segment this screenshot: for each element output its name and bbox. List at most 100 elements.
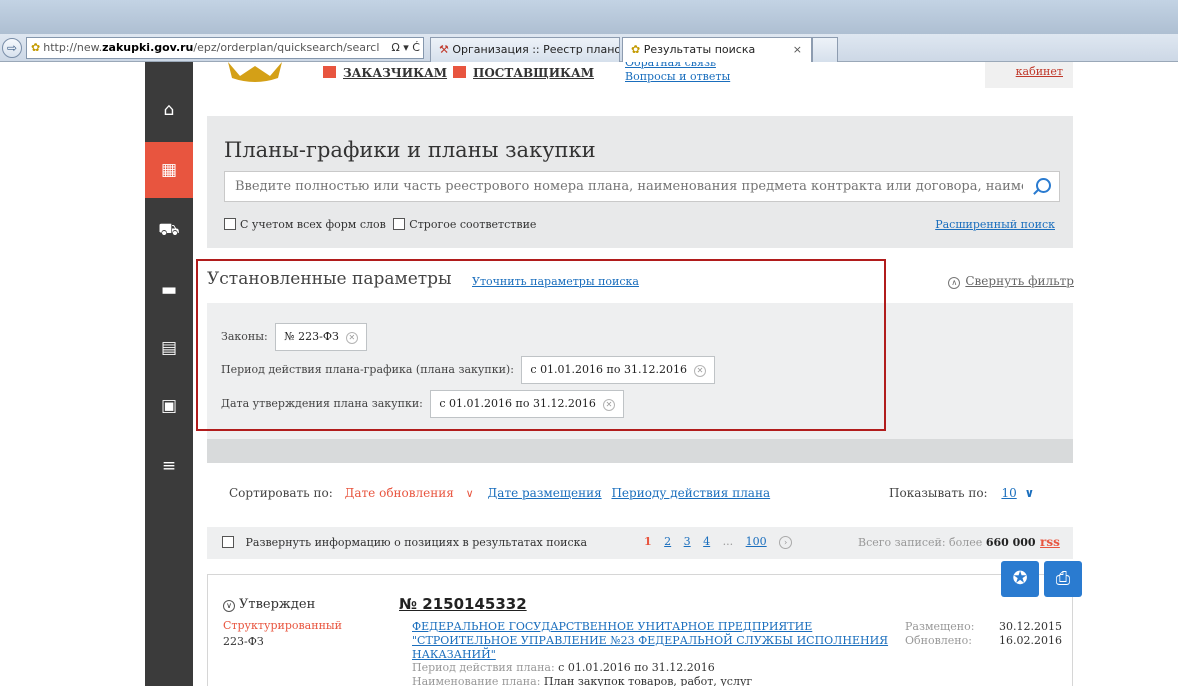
site-icon: ✿ <box>31 41 41 54</box>
params-footer <box>207 439 1073 463</box>
collapse-filter-label: Свернуть фильтр <box>965 274 1074 288</box>
award-icon[interactable]: ✪ <box>1001 561 1039 597</box>
show-by-value[interactable]: 10 <box>1001 486 1016 500</box>
advanced-search-link[interactable]: Расширенный поиск <box>935 218 1055 231</box>
address-prefix: http://new. <box>43 41 103 54</box>
sidebar: ⌂ ▦ ⛟ ▬ ▤ ▣ ≡ <box>145 62 193 686</box>
sort-active-option[interactable]: Дате обновления <box>345 486 454 500</box>
tab-close-icon[interactable]: × <box>793 43 802 56</box>
page-current[interactable]: 1 <box>644 535 652 548</box>
result-org-link[interactable]: ФЕДЕРАЛЬНОЕ ГОСУДАРСТВЕННОЕ УНИТАРНОЕ ПР… <box>412 620 894 662</box>
result-status-label: Утвержден <box>239 597 316 612</box>
total-records: Всего записей: более 660 000 <box>858 536 1036 549</box>
support-links: Обратная связь Вопросы и ответы <box>625 62 730 84</box>
collapse-filter-link[interactable]: ∧ Свернуть фильтр <box>948 274 1074 289</box>
updated-value: 16.02.2016 <box>999 634 1062 647</box>
all-forms-label: С учетом всех форм слов <box>240 218 386 231</box>
tab-search-results[interactable]: ✿ Результаты поиска × <box>622 37 812 62</box>
sidebar-calendar-icon[interactable]: ▦ <box>145 142 193 198</box>
sidebar-book-icon[interactable]: ▬ <box>145 262 193 318</box>
tab-bar: ⇨ ✿ http://new.zakupki.gov.ru/epz/orderpl… <box>0 34 1178 62</box>
window-titlebar <box>0 0 1178 34</box>
show-by: Показывать по: 10 ∨ <box>889 486 1034 500</box>
page: ⌂ ▦ ⛟ ▬ ▤ ▣ ≡ ЗАКАЗЧИКАМ ПОСТАВЩИКАМ Обр… <box>0 62 1178 686</box>
sidebar-report-icon[interactable]: ▤ <box>145 320 193 376</box>
result-law: 223-ФЗ <box>223 635 264 648</box>
result-date-labels: Размещено: Обновлено: <box>905 620 974 648</box>
pagination: 1 2 3 4 ... 100 › <box>644 535 801 549</box>
expand-label: Развернуть информацию о позициях в резул… <box>245 536 588 549</box>
sidebar-cart-icon[interactable]: ⛟ <box>145 202 193 258</box>
tab-organization[interactable]: ⚒ Организация :: Реестр плано... <box>430 37 620 62</box>
sort-label: Сортировать по: <box>229 486 333 500</box>
search-options: С учетом всех форм слов Строгое соответс… <box>224 218 536 231</box>
strict-label: Строгое соответствие <box>409 218 537 231</box>
page-title: Планы-графики и планы закупки <box>224 138 596 162</box>
result-number-link[interactable]: № 2150145332 <box>399 595 527 613</box>
placed-label: Размещено: <box>905 620 975 633</box>
result-status: ∨ Утвержден <box>223 597 315 612</box>
total-label: Всего записей: более <box>858 536 983 549</box>
result-plan-name-value: План закупок товаров, работ, услуг <box>543 675 753 686</box>
address-domain: zakupki.gov.ru <box>102 41 194 54</box>
all-forms-checkbox[interactable] <box>224 218 236 230</box>
cabinet-link[interactable]: кабинет <box>985 62 1073 88</box>
results-bar: Развернуть информацию о позициях в резул… <box>207 527 1073 559</box>
result-period-value: с 01.01.2016 по 31.12.2016 <box>558 661 715 674</box>
page-link[interactable]: 3 <box>684 535 691 548</box>
rss-link[interactable]: rss <box>1040 535 1060 549</box>
address-controls[interactable]: Ω ▾ Ć <box>387 38 420 58</box>
result-plan-name: Наименование плана: План закупок товаров… <box>412 675 752 686</box>
result-plan-name-label: Наименование плана: <box>412 675 541 686</box>
customers-label: ЗАКАЗЧИКАМ <box>343 66 448 80</box>
sidebar-home-icon[interactable]: ⌂ <box>145 82 193 138</box>
tab-favicon-icon: ✿ <box>631 43 641 56</box>
back-arrow-icon[interactable]: ⇨ <box>2 38 22 58</box>
search-field <box>224 171 1060 202</box>
page-link[interactable]: 2 <box>664 535 671 548</box>
expand-checkbox[interactable] <box>222 536 234 548</box>
emblem-logo <box>220 62 290 84</box>
highlight-frame <box>196 259 886 431</box>
sort-row: Сортировать по: Дате обновления ∨ Дате р… <box>229 486 776 500</box>
page-link[interactable]: 4 <box>703 535 710 548</box>
updated-label: Обновлено: <box>905 634 972 647</box>
print-icon[interactable]: ⎙ <box>1044 561 1082 597</box>
next-page-icon[interactable]: › <box>779 536 793 549</box>
suppliers-icon <box>453 66 466 78</box>
tab-favicon-icon: ⚒ <box>439 43 449 56</box>
sidebar-document-icon[interactable]: ≡ <box>145 438 193 494</box>
sort-by-period[interactable]: Периоду действия плана <box>611 486 770 500</box>
sort-by-placement[interactable]: Дате размещения <box>488 486 602 500</box>
tab-label: Результаты поиска <box>643 43 756 56</box>
suppliers-label: ПОСТАВЩИКАМ <box>473 66 595 80</box>
total-value: 660 000 <box>985 536 1036 549</box>
result-type: Структурированный <box>223 619 342 632</box>
result-card: ✪ ⎙ ∨ Утвержден Структурированный 223-ФЗ … <box>207 561 1082 686</box>
address-path: /epz/orderplan/quicksearch/searcl <box>193 41 380 54</box>
page-link[interactable]: 100 <box>746 535 767 548</box>
suppliers-link[interactable]: ПОСТАВЩИКАМ <box>453 66 594 80</box>
chevron-down-icon[interactable]: ∨ <box>1025 486 1035 500</box>
page-ellipsis: ... <box>722 535 734 548</box>
address-bar[interactable]: ✿ http://new.zakupki.gov.ru/epz/orderplan… <box>26 37 424 59</box>
faq-link[interactable]: Вопросы и ответы <box>625 70 730 84</box>
check-circle-icon: ∨ <box>223 600 235 612</box>
feedback-link[interactable]: Обратная связь <box>625 62 730 70</box>
search-panel: Планы-графики и планы закупки С учетом в… <box>207 116 1073 248</box>
strict-checkbox[interactable] <box>393 218 406 230</box>
chevron-down-icon[interactable]: ∨ <box>466 487 474 500</box>
expand-positions: Развернуть информацию о позициях в резул… <box>222 536 587 549</box>
search-input[interactable] <box>225 172 1025 201</box>
show-by-label: Показывать по: <box>889 486 988 500</box>
placed-value: 30.12.2015 <box>999 620 1062 633</box>
new-tab-button[interactable] <box>812 37 838 62</box>
tab-label: Организация :: Реестр плано... <box>452 43 620 56</box>
result-period-label: Период действия плана: <box>412 661 555 674</box>
chevron-up-icon: ∧ <box>948 277 961 289</box>
result-date-values: 30.12.2015 16.02.2016 <box>999 620 1062 648</box>
search-icon[interactable] <box>1036 178 1051 193</box>
customers-icon <box>323 66 336 78</box>
customers-link[interactable]: ЗАКАЗЧИКАМ <box>323 66 447 80</box>
sidebar-briefcase-icon[interactable]: ▣ <box>145 378 193 434</box>
